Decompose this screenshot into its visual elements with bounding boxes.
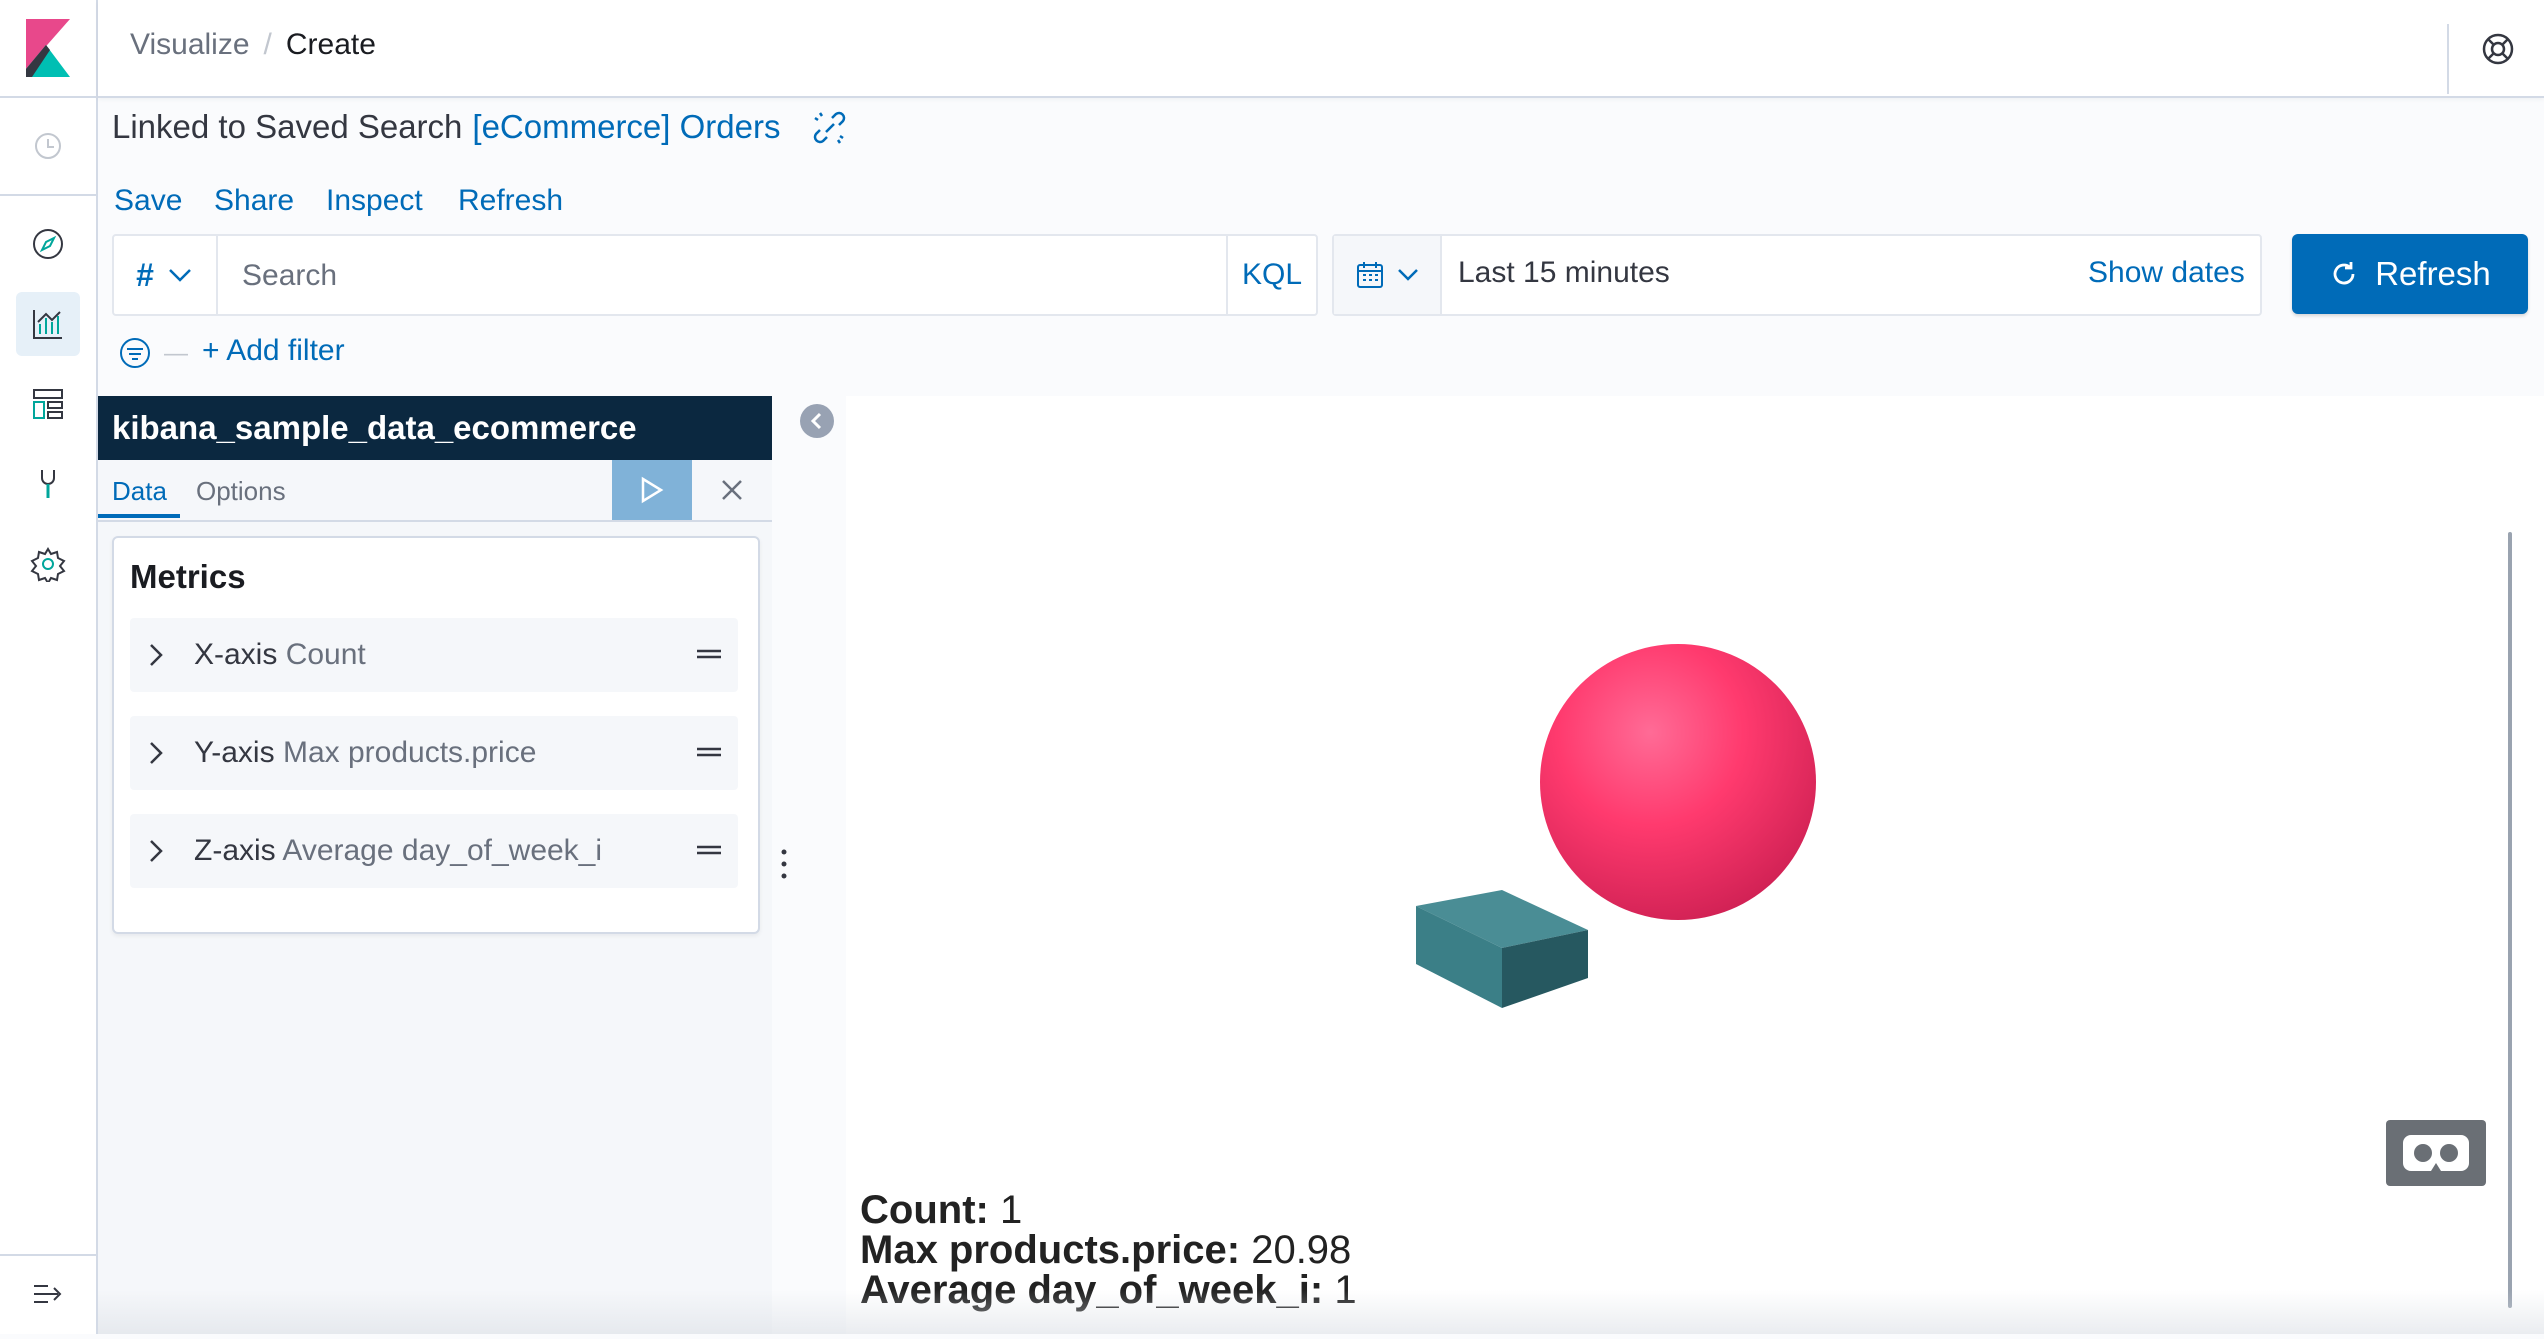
bottom-shadow (98, 1290, 2544, 1334)
gear-icon[interactable] (16, 532, 80, 596)
search-input[interactable] (220, 238, 1244, 314)
left-nav (0, 0, 98, 1334)
add-filter-button[interactable]: + Add filter (202, 334, 345, 368)
tooltip-value: 20.98 (1251, 1228, 1352, 1272)
nav-divider (0, 194, 96, 196)
metric-row-z[interactable]: Z-axis Average day_of_week_i (130, 814, 738, 888)
breadcrumb-separator: / (263, 28, 272, 61)
drag-handle-icon[interactable] (696, 840, 722, 860)
close-icon (722, 480, 742, 500)
discard-button[interactable] (696, 460, 768, 520)
tab-options[interactable]: Options (196, 476, 286, 507)
metric-axis: Z-axis (194, 834, 276, 867)
drag-handle-icon[interactable] (696, 742, 722, 762)
query-language-button[interactable]: # (112, 234, 218, 316)
linked-search-label: Linked to Saved Search (112, 108, 463, 145)
visualize-icon[interactable] (16, 292, 80, 356)
tooltip-line: Max products.price: 20.98 (860, 1230, 1357, 1270)
vr-headset-icon[interactable] (2386, 1120, 2486, 1186)
metric-label: X-axis Count (194, 638, 366, 672)
filter-separator: — (164, 340, 188, 367)
kibana-logo[interactable] (0, 0, 96, 98)
nav-divider (0, 1254, 96, 1256)
collapse-sidebar-button[interactable] (800, 404, 834, 438)
index-pattern-title: kibana_sample_data_ecommerce (98, 396, 772, 460)
breadcrumb-visualize[interactable]: Visualize (130, 28, 250, 62)
chevron-right-icon[interactable] (148, 740, 164, 766)
metric-field: Max products.price (282, 736, 537, 769)
tooltip-line: Count: 1 (860, 1190, 1357, 1230)
linked-search-link[interactable]: [eCommerce] Orders (472, 108, 780, 146)
tooltip-value: 1 (999, 1188, 1023, 1232)
metric-axis: Y-axis (194, 736, 275, 769)
help-icon[interactable] (2475, 26, 2521, 72)
language-symbol: # (136, 256, 154, 293)
metric-field: Count (285, 638, 366, 671)
apply-changes-button[interactable] (612, 460, 692, 520)
menu-refresh[interactable]: Refresh (458, 184, 563, 218)
metric-field: Average day_of_week_i (282, 834, 603, 867)
metric-label: Z-axis Average day_of_week_i (194, 834, 602, 868)
chevron-right-icon[interactable] (148, 838, 164, 864)
menu-share[interactable]: Share (214, 184, 294, 218)
sphere-data-point[interactable] (1540, 644, 1816, 920)
drag-handle-icon[interactable] (696, 644, 722, 664)
linked-search-line: Linked to Saved Search [eCommerce] Order… (112, 108, 780, 146)
metric-row-y[interactable]: Y-axis Max products.price (130, 716, 738, 790)
resize-handle-icon[interactable] (780, 848, 788, 880)
active-tab-indicator (98, 514, 180, 518)
menu-save[interactable]: Save (114, 184, 182, 218)
refresh-button-label: Refresh (2375, 255, 2491, 292)
devtools-icon[interactable] (16, 452, 80, 516)
scrollbar[interactable] (2508, 532, 2512, 1308)
time-range-label[interactable]: Last 15 minutes (1458, 256, 1670, 290)
breadcrumb: Visualize / Create (130, 28, 376, 62)
header-bar (98, 0, 2544, 98)
tab-data[interactable]: Data (112, 476, 167, 507)
play-icon (641, 476, 664, 504)
tooltip-label: Max products.price: (860, 1228, 1241, 1272)
unlink-icon[interactable] (810, 108, 852, 150)
metrics-title: Metrics (130, 558, 246, 595)
collapse-nav-icon[interactable] (16, 1262, 80, 1326)
header-divider (2447, 24, 2449, 94)
chevron-down-icon (1398, 269, 1418, 281)
metric-label: Y-axis Max products.price (194, 736, 536, 770)
dashboard-icon[interactable] (16, 372, 80, 436)
chevron-left-icon (810, 412, 822, 430)
tooltip-label: Count: (860, 1188, 989, 1232)
show-dates-button[interactable]: Show dates (2088, 256, 2245, 290)
metric-row-x[interactable]: X-axis Count (130, 618, 738, 692)
quick-menu-button[interactable] (1334, 236, 1442, 314)
breadcrumb-create: Create (285, 28, 376, 61)
chevron-down-icon (169, 269, 191, 282)
refresh-icon (2333, 262, 2355, 285)
clock-icon[interactable] (16, 114, 80, 178)
discover-icon[interactable] (16, 212, 80, 276)
kql-button[interactable]: KQL (1226, 236, 1316, 314)
filter-icon[interactable] (118, 336, 154, 372)
box-data-point[interactable] (1416, 890, 1588, 1008)
calendar-icon (1357, 262, 1383, 288)
metric-axis: X-axis (194, 638, 278, 671)
refresh-button[interactable]: Refresh (2292, 234, 2528, 314)
menu-inspect[interactable]: Inspect (326, 184, 423, 218)
chevron-right-icon[interactable] (148, 642, 164, 668)
